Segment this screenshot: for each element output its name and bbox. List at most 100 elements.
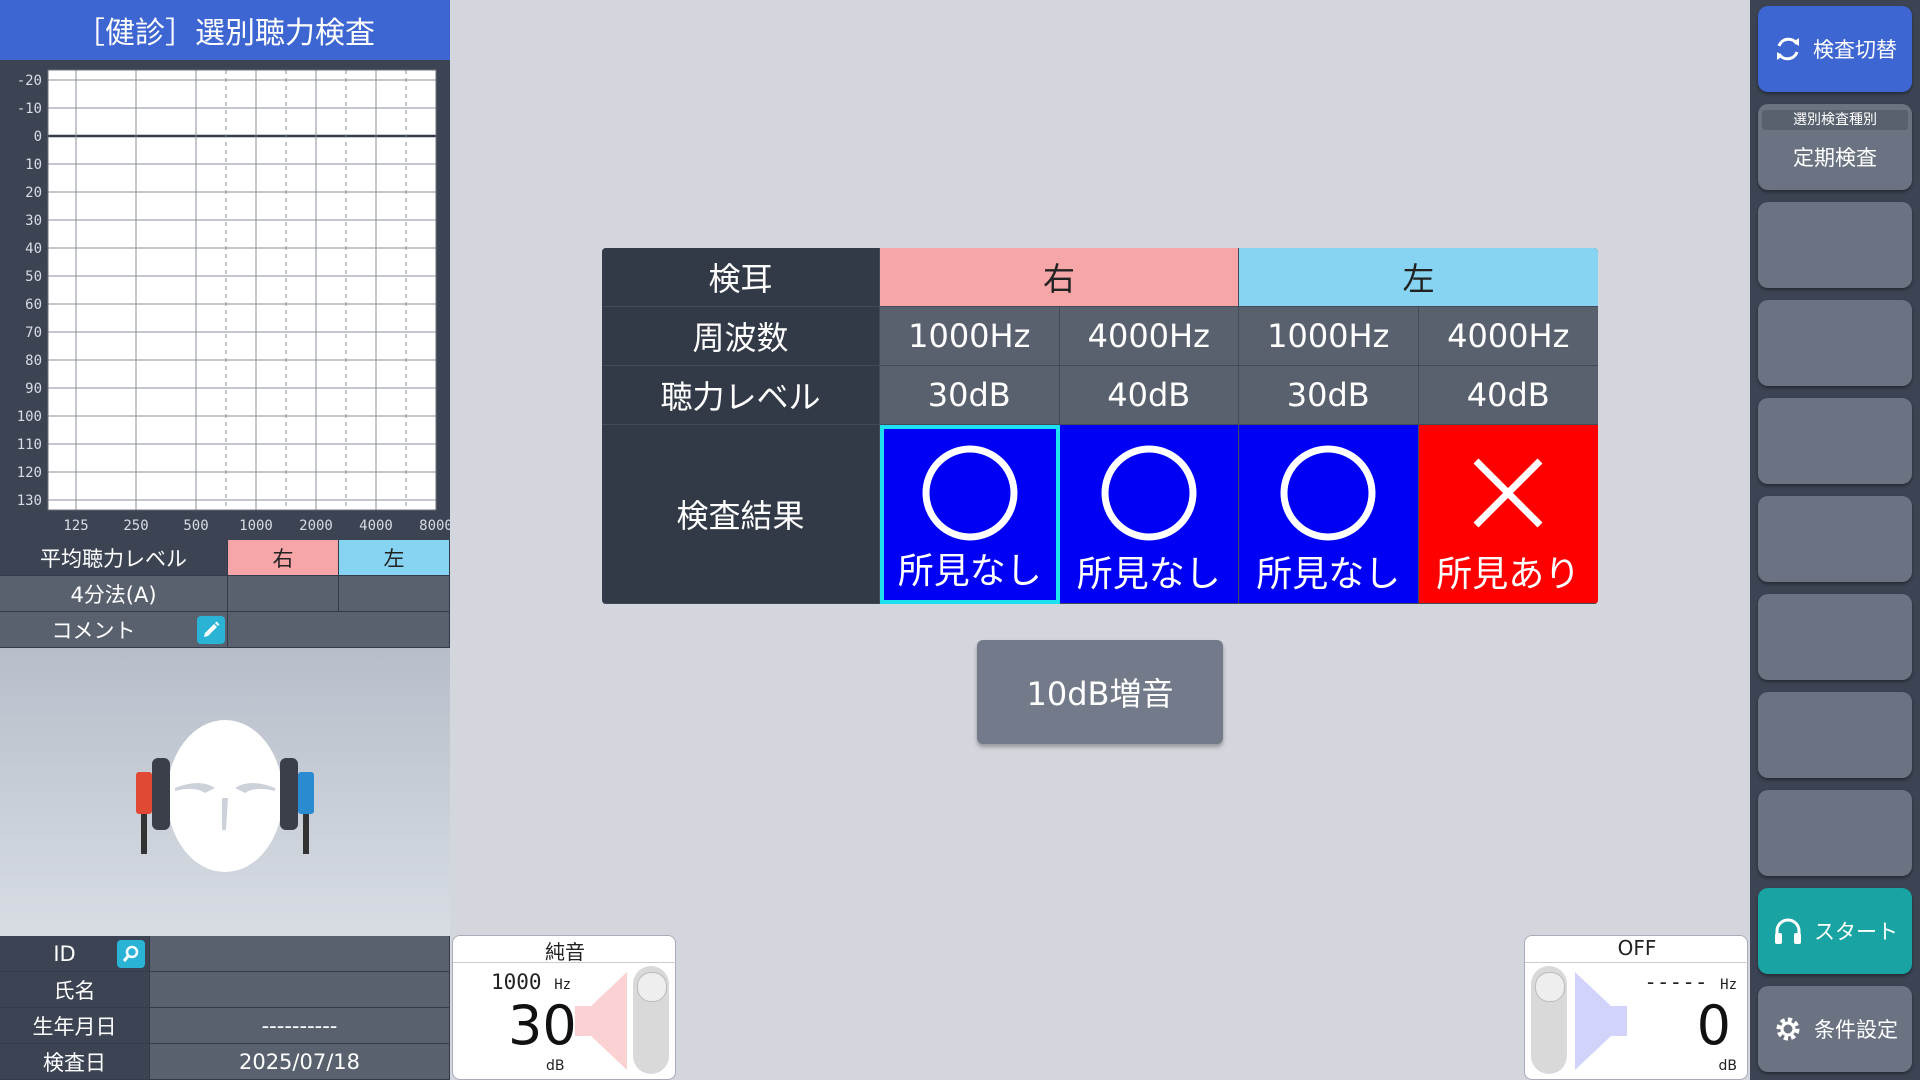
output-freq-right-value: ----- bbox=[1644, 970, 1708, 994]
result-label: 検査結果 bbox=[602, 425, 880, 604]
volume-slider[interactable] bbox=[1531, 966, 1567, 1074]
output-level-right: 0 bbox=[1696, 994, 1731, 1057]
gear-icon bbox=[1776, 1017, 1800, 1041]
avg-header-row: 平均聴力レベル 右 左 bbox=[0, 540, 450, 576]
y-tick-label: 30 bbox=[25, 213, 42, 229]
y-tick-label: -10 bbox=[17, 101, 42, 117]
comment-row: コメント bbox=[0, 612, 450, 648]
slider-handle[interactable] bbox=[637, 972, 667, 1002]
avg-right-header: 右 bbox=[228, 540, 339, 576]
y-tick-label: 0 bbox=[34, 129, 42, 145]
edit-icon[interactable] bbox=[197, 616, 225, 644]
name-label: 氏名 bbox=[0, 972, 150, 1008]
result-cell-4[interactable]: 所見あり bbox=[1418, 425, 1598, 604]
page-title: ［健診］選別聴力検査 bbox=[0, 0, 450, 60]
settings-label: 条件設定 bbox=[1814, 1018, 1898, 1042]
ear-label: 検耳 bbox=[602, 248, 880, 307]
start-button[interactable]: スタート bbox=[1758, 888, 1912, 974]
empty-slot-5 bbox=[1758, 594, 1912, 680]
empty-slot-3 bbox=[1758, 398, 1912, 484]
switch-exam-button[interactable]: 検査切替 bbox=[1758, 6, 1912, 92]
empty-slot-7 bbox=[1758, 790, 1912, 876]
left-ear-header: 左 bbox=[1239, 248, 1598, 307]
output-type-right: OFF bbox=[1525, 936, 1749, 963]
avg-right-value bbox=[228, 576, 339, 612]
output-level-left-unit: dB bbox=[546, 1058, 565, 1074]
comment-label-cell: コメント bbox=[0, 612, 228, 648]
result-text-2: 所見なし bbox=[1076, 554, 1221, 595]
switch-exam-label: 検査切替 bbox=[1813, 38, 1897, 62]
id-label-cell: ID bbox=[0, 936, 150, 972]
level-cell-4: 40dB bbox=[1418, 366, 1598, 425]
y-tick-label: 50 bbox=[25, 269, 42, 285]
level-label: 聴力レベル bbox=[602, 366, 880, 425]
date-value: 2025/07/18 bbox=[150, 1044, 450, 1080]
comment-value[interactable] bbox=[228, 612, 450, 648]
y-tick-label: 80 bbox=[25, 353, 42, 369]
avg-left-value bbox=[339, 576, 450, 612]
audiogram-chart: -20 -10 0 10 20 30 40 50 60 70 80 90 100 110 120 130 125… bbox=[0, 60, 453, 540]
dob-value: ---------- bbox=[150, 1008, 450, 1044]
result-text-1: 所見なし bbox=[897, 551, 1042, 592]
y-tick-label: 120 bbox=[17, 465, 42, 481]
y-tick-label: 60 bbox=[25, 297, 42, 313]
level-cell-3: 30dB bbox=[1239, 366, 1419, 425]
x-tick-label: 125 bbox=[63, 518, 88, 534]
headphone-illustration-area bbox=[0, 648, 450, 936]
output-freq-right: ----- Hz bbox=[1644, 970, 1737, 994]
exam-kind-value: 定期検査 bbox=[1793, 146, 1877, 170]
freq-cell-2: 4000Hz bbox=[1059, 307, 1239, 366]
speaker-icon bbox=[1575, 972, 1627, 1070]
audiogram-svg: -20 -10 0 10 20 30 40 50 60 70 80 90 100 110 120 130 125… bbox=[17, 69, 453, 534]
exam-kind-button[interactable]: 選別検査種別 定期検査 bbox=[1758, 104, 1912, 190]
output-freq-right-unit: Hz bbox=[1720, 977, 1737, 993]
result-cell-2[interactable]: 所見なし bbox=[1059, 425, 1239, 604]
empty-slot-1 bbox=[1758, 202, 1912, 288]
headphone-face-icon bbox=[136, 720, 314, 872]
freq-cell-1: 1000Hz bbox=[880, 307, 1060, 366]
x-tick-label: 250 bbox=[123, 518, 148, 534]
speaker-icon bbox=[575, 972, 627, 1070]
y-tick-label: 40 bbox=[25, 241, 42, 257]
y-tick-label: 20 bbox=[25, 185, 42, 201]
name-value bbox=[150, 972, 450, 1008]
avg-method-row: 4分法(A) bbox=[0, 576, 450, 612]
freq-label: 周波数 bbox=[602, 307, 880, 366]
dob-label: 生年月日 bbox=[0, 1008, 150, 1044]
settings-button[interactable]: 条件設定 bbox=[1758, 986, 1912, 1072]
cross-icon bbox=[1473, 458, 1543, 528]
increase-10db-button[interactable]: 10dB増音 bbox=[977, 640, 1223, 744]
level-row: 聴力レベル 30dB 40dB 30dB 40dB bbox=[602, 366, 1598, 425]
output-type-left: 純音 bbox=[453, 936, 677, 964]
output-level-left: 30 bbox=[508, 994, 577, 1057]
headphones-icon bbox=[1775, 918, 1801, 944]
search-icon[interactable] bbox=[117, 940, 145, 968]
result-text-4: 所見あり bbox=[1436, 554, 1581, 595]
x-tick-label: 1000 bbox=[239, 518, 273, 534]
x-tick-label: 4000 bbox=[359, 518, 393, 534]
result-cell-3[interactable]: 所見なし bbox=[1239, 425, 1419, 604]
y-tick-label: 90 bbox=[25, 381, 42, 397]
comment-label: コメント bbox=[51, 618, 136, 643]
refresh-icon bbox=[1777, 37, 1799, 61]
result-text-3: 所見なし bbox=[1256, 554, 1401, 595]
date-label: 検査日 bbox=[0, 1044, 150, 1080]
exam-kind-label: 選別検査種別 bbox=[1762, 110, 1908, 130]
y-tick-label: 10 bbox=[25, 157, 42, 173]
level-cell-1: 30dB bbox=[880, 366, 1060, 425]
dob-row: 生年月日 ---------- bbox=[0, 1008, 450, 1044]
id-value[interactable] bbox=[150, 936, 450, 972]
result-table: 検耳 右 左 周波数 1000Hz 4000Hz 1000Hz 4000Hz 聴… bbox=[602, 248, 1598, 604]
freq-cell-4: 4000Hz bbox=[1418, 307, 1598, 366]
right-ear-header: 右 bbox=[880, 248, 1239, 307]
avg-method-label: 4分法(A) bbox=[0, 576, 228, 612]
left-ear-output-panel: OFF ----- Hz 0 dB bbox=[1524, 935, 1749, 1080]
circle-icon bbox=[1101, 445, 1197, 541]
result-cell-1[interactable]: 所見なし bbox=[880, 425, 1060, 604]
output-level-right-unit: dB bbox=[1718, 1058, 1738, 1074]
x-tick-label: 8000 bbox=[419, 518, 450, 534]
volume-slider[interactable] bbox=[633, 966, 669, 1074]
freq-row: 周波数 1000Hz 4000Hz 1000Hz 4000Hz bbox=[602, 307, 1598, 366]
slider-handle[interactable] bbox=[1535, 972, 1565, 1002]
y-tick-label: 70 bbox=[25, 325, 42, 341]
